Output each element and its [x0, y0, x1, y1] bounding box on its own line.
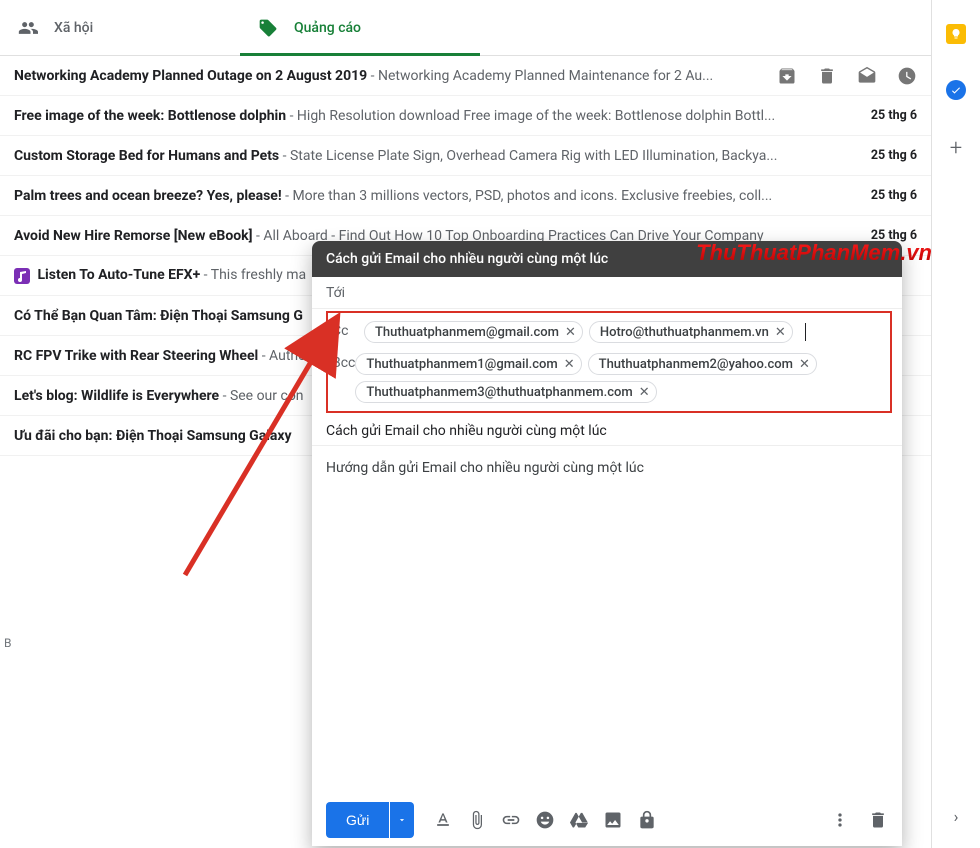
- category-tabs: Xã hội Quảng cáo: [0, 0, 931, 56]
- email-row[interactable]: Free image of the week: Bottlenose dolph…: [0, 96, 931, 136]
- cc-bcc-highlight: Cc Thuthuatphanmem@gmail.com✕ Hotro@thut…: [326, 311, 892, 413]
- keep-icon[interactable]: [946, 24, 966, 44]
- tab-label: Xã hội: [54, 20, 93, 36]
- recipient-chip[interactable]: Thuthuatphanmem1@gmail.com✕: [355, 353, 581, 375]
- compose-body[interactable]: Hướng dẫn gửi Email cho nhiều người cùng…: [312, 446, 902, 794]
- tab-promotions[interactable]: Quảng cáo: [240, 0, 480, 56]
- compose-window: Cách gửi Email cho nhiều người cùng một …: [312, 241, 902, 846]
- music-icon: [14, 268, 30, 284]
- mark-read-icon[interactable]: [857, 66, 877, 86]
- hover-actions: [777, 66, 917, 86]
- email-row[interactable]: Networking Academy Planned Outage on 2 A…: [0, 56, 931, 96]
- recipient-chip[interactable]: Thuthuatphanmem3@thuthuatphanmem.com✕: [355, 381, 656, 403]
- bcc-field[interactable]: Bcc Thuthuatphanmem1@gmail.com✕ Thuthuat…: [332, 349, 886, 405]
- tab-social[interactable]: Xã hội: [0, 0, 240, 56]
- send-options-button[interactable]: [390, 802, 414, 838]
- remove-chip-icon[interactable]: ✕: [564, 357, 575, 372]
- watermark-text: ThuThuatPhanMem.vn: [696, 240, 932, 266]
- addons-button[interactable]: +: [950, 136, 962, 161]
- tasks-icon[interactable]: [946, 80, 966, 100]
- people-icon: [18, 18, 38, 38]
- remove-chip-icon[interactable]: ✕: [565, 325, 576, 340]
- emoji-icon[interactable]: [535, 810, 555, 830]
- to-field[interactable]: Tới: [312, 277, 902, 309]
- cc-field[interactable]: Cc Thuthuatphanmem@gmail.com✕ Hotro@thut…: [332, 317, 886, 349]
- discard-icon[interactable]: [868, 810, 888, 830]
- link-icon[interactable]: [501, 810, 521, 830]
- storage-usage: B: [4, 636, 11, 650]
- confidential-icon[interactable]: [637, 810, 657, 830]
- snooze-icon[interactable]: [897, 66, 917, 86]
- tag-icon: [258, 18, 278, 38]
- collapse-side-icon[interactable]: ›: [954, 807, 959, 826]
- email-row[interactable]: Palm trees and ocean breeze? Yes, please…: [0, 176, 931, 216]
- subject-field[interactable]: Cách gửi Email cho nhiều người cùng một …: [312, 413, 902, 446]
- format-icon[interactable]: [433, 810, 453, 830]
- image-icon[interactable]: [603, 810, 623, 830]
- remove-chip-icon[interactable]: ✕: [775, 325, 786, 340]
- text-cursor: [805, 323, 806, 341]
- attach-icon[interactable]: [467, 810, 487, 830]
- remove-chip-icon[interactable]: ✕: [799, 357, 810, 372]
- compose-toolbar: Gửi: [312, 794, 902, 846]
- delete-icon[interactable]: [817, 66, 837, 86]
- send-button[interactable]: Gửi: [326, 802, 389, 838]
- email-row[interactable]: Custom Storage Bed for Humans and Pets -…: [0, 136, 931, 176]
- tab-label: Quảng cáo: [294, 20, 361, 36]
- recipient-chip[interactable]: Thuthuatphanmem@gmail.com✕: [364, 321, 583, 343]
- recipient-chip[interactable]: Thuthuatphanmem2@yahoo.com✕: [588, 353, 817, 375]
- recipient-chip[interactable]: Hotro@thuthuatphanmem.vn✕: [589, 321, 793, 343]
- drive-icon[interactable]: [569, 810, 589, 830]
- more-options-icon[interactable]: [830, 810, 850, 830]
- archive-icon[interactable]: [777, 66, 797, 86]
- remove-chip-icon[interactable]: ✕: [639, 385, 650, 400]
- side-panel: + ›: [932, 0, 980, 848]
